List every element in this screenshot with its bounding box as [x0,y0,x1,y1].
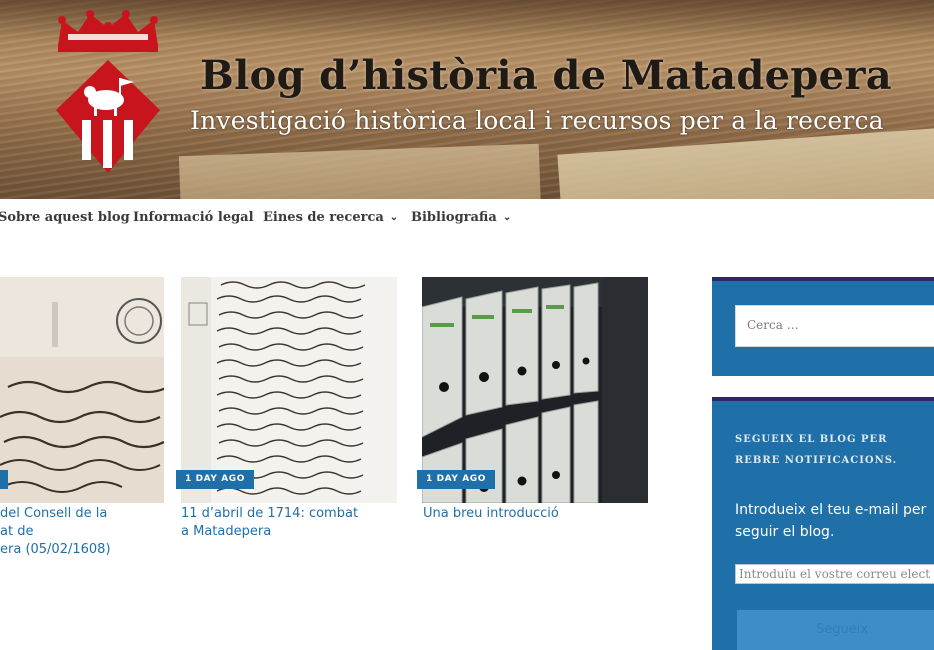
post-date-badge: 1 DAY AGO [176,470,255,489]
town-crest-logo[interactable] [48,8,168,173]
nav-item-label: Bibliografia [411,210,497,225]
chevron-down-icon: ⌄ [502,212,512,223]
main-navigation: Sobre aquest blog Informació legal Eines… [0,199,934,243]
post-date-badge [0,470,8,489]
post-title-link[interactable]: del Consell de la at de era (05/02/1608) [0,505,164,559]
chevron-down-icon: ⌄ [389,212,399,223]
nav-item-label: Informació legal [133,210,254,225]
banner-paper-decoration [178,143,542,199]
follow-blog-widget: SEGUEIX EL BLOG PER REBRE NOTIFICACIONS.… [712,397,934,650]
search-widget: Cerca … [712,277,934,376]
banner-paper-decoration [557,125,934,199]
post-title-link[interactable]: 11 d’abril de 1714: combat a Matadepera [181,505,397,541]
nav-item-bibliography[interactable]: Bibliografia ⌄ [411,210,511,225]
site-title[interactable]: Blog d’història de Matadepera [200,52,900,99]
post-title-link[interactable]: Una breu introducció [423,505,649,523]
follow-widget-heading: SEGUEIX EL BLOG PER REBRE NOTIFICACIONS. [735,434,898,466]
nav-item-label: Sobre aquest blog [0,210,130,225]
search-input[interactable]: Cerca … [735,305,934,347]
follow-widget-text: Introdueix el teu e-mail per seguir el b… [735,502,927,540]
email-field[interactable]: Introduïu el vostre correu elect [735,564,934,584]
header-banner: Blog d’història de Matadepera Investigac… [0,0,934,199]
nav-item-research-tools[interactable]: Eines de recerca ⌄ [263,210,398,225]
post-thumbnail[interactable] [0,277,164,503]
nav-item-label: Eines de recerca [263,210,384,225]
post-date-badge: 1 DAY AGO [417,470,496,489]
site-tagline: Investigació històrica local i recursos … [190,106,884,135]
nav-item-about[interactable]: Sobre aquest blog [0,210,130,225]
follow-button[interactable]: Segueix [737,610,934,650]
nav-item-legal[interactable]: Informació legal [133,210,254,225]
